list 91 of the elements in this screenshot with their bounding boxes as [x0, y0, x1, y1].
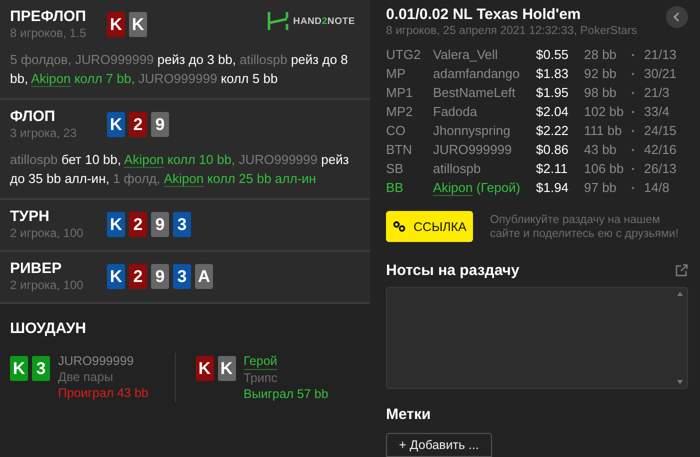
game-title: 0.01/0.02 NL Texas Hold'em: [386, 6, 582, 23]
stack-bb: 43 bb: [584, 141, 618, 159]
playing-card: K: [129, 12, 147, 37]
street-info: 2 игрока, 100: [10, 278, 84, 292]
playing-card: K: [196, 356, 214, 381]
stack-bb: 111 bb: [584, 122, 623, 140]
player-name: Fadoda: [433, 103, 478, 121]
notes-title: Нотсы на раздачу: [386, 262, 520, 279]
player-name[interactable]: Akipon: [433, 180, 473, 196]
player-name: adamfandango: [433, 65, 521, 83]
position-label: BTN: [386, 141, 413, 159]
scroll-down-icon[interactable]: [677, 380, 683, 384]
player-stats: 30/21: [644, 65, 678, 83]
action-text: atillospb бет 10 bb, Akipon колл 10 bb, JURO999999 рейз до 35 bb алл-ин, 1 фолд, Akipon колл 25 bb алл-ин: [10, 151, 350, 188]
player-name: JURO999999: [58, 353, 134, 369]
action-text: 5 фолдов, JURO999999 рейз до 3 bb, atillospb рейз до 8 bb, Akipon колл 7 bb, JURO999999 колл 5 bb: [10, 51, 349, 88]
position-label: BB: [386, 179, 404, 197]
stack-bb: 106 bb: [584, 160, 625, 178]
player-stats: 21/13: [644, 46, 678, 64]
player-stats: 42/16: [644, 141, 678, 159]
stack-amount: $2.11: [536, 160, 569, 178]
playing-card: 2: [129, 264, 147, 289]
street-title: ТУРН: [10, 208, 50, 225]
playing-card: K: [107, 212, 125, 237]
stack-bb: 92 bb: [584, 65, 618, 83]
street-title: РИВЕР: [10, 260, 63, 277]
street-title: ФЛОП: [10, 108, 56, 125]
player-name: Jhonnyspring: [433, 122, 512, 140]
result-text: Выиграл 57 bb: [244, 386, 328, 402]
back-icon[interactable]: [666, 6, 688, 28]
player-stats: 14/8: [644, 179, 670, 197]
playing-card: K: [107, 264, 125, 289]
player-stats: 33/4: [644, 103, 670, 121]
player-stats: 26/13: [644, 160, 678, 178]
link-icon: [392, 221, 406, 232]
logo-text: HAND2NOTE: [293, 16, 355, 26]
player-name[interactable]: Герой: [244, 353, 278, 370]
external-link-icon[interactable]: [675, 264, 688, 277]
stack-amount: $0.55: [536, 46, 570, 64]
stack-bb: 102 bb: [584, 103, 625, 121]
playing-card: 3: [32, 356, 50, 381]
tags-title: Метки: [386, 406, 432, 423]
logo-icon: [267, 12, 290, 30]
scroll-up-icon[interactable]: [677, 292, 683, 296]
player-name: Valera_Vell: [433, 46, 499, 64]
street-info: 2 игрока, 100: [10, 226, 84, 240]
position-label: SB: [386, 160, 404, 178]
position-label: CO: [386, 122, 406, 140]
playing-card: K: [218, 356, 236, 381]
stack-amount: $1.83: [536, 65, 570, 83]
playing-card: 3: [173, 212, 191, 237]
position-label: UTG2: [386, 46, 422, 64]
stack-bb: 97 bb: [584, 179, 618, 197]
player-name: atillospb: [433, 160, 482, 178]
playing-card: K: [107, 112, 125, 137]
playing-card: A: [195, 264, 213, 289]
street-title: ПРЕФЛОП: [10, 8, 87, 25]
playing-card: 9: [151, 212, 169, 237]
stack-amount: $0.86: [536, 141, 570, 159]
share-hint: Опубликуйте раздачу на нашем сайте и поделитесь ею с друзьями!: [490, 212, 680, 240]
position-label: MP1: [386, 84, 414, 102]
result-text: Проиграл 43 bb: [58, 385, 148, 401]
add-tag-button[interactable]: + Добавить ...: [386, 433, 492, 457]
playing-card: 3: [173, 264, 191, 289]
stack-amount: $2.04: [536, 103, 570, 121]
stack-bb: 98 bb: [584, 84, 618, 102]
hero-tag: (Герой): [476, 180, 520, 195]
notes-field[interactable]: [386, 287, 688, 389]
stack-bb: 28 bb: [584, 46, 618, 64]
street-info: 3 игрока, 23: [10, 126, 78, 140]
stack-amount: $1.95: [536, 84, 570, 102]
game-info: 8 игроков, 25 апреля 2021 12:32:33, PokerStars: [386, 25, 638, 37]
hand-rank: Две пары: [58, 369, 114, 385]
showdown-title: ШОУДАУН: [10, 320, 88, 337]
playing-card: 2: [129, 112, 147, 137]
player-name: JURO999999: [433, 141, 513, 159]
street-info: 8 игроков, 1.5: [10, 26, 88, 40]
link-button[interactable]: ССЫЛКА: [386, 211, 473, 242]
player-stats: 21/3: [644, 84, 670, 102]
position-label: MP2: [386, 103, 414, 121]
playing-card: K: [107, 12, 125, 37]
player-name: BestNameLeft: [433, 84, 516, 102]
player-stats: 24/15: [644, 122, 678, 140]
stack-amount: $2.22: [536, 122, 570, 140]
position-label: MP: [386, 65, 406, 83]
playing-card: 2: [129, 212, 147, 237]
stack-amount: $1.94: [536, 179, 570, 197]
hand-rank: Трипс: [244, 370, 278, 386]
playing-card: 9: [151, 264, 169, 289]
playing-card: K: [10, 356, 28, 381]
playing-card: 9: [151, 112, 169, 137]
